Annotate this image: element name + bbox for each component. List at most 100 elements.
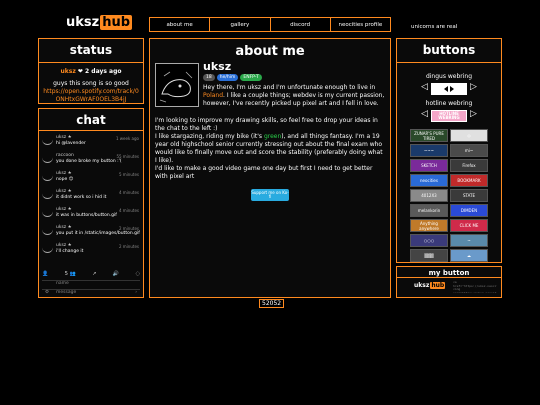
site-logo[interactable]: uksz hub [66, 15, 133, 30]
site-badge[interactable]: ○○○ [410, 234, 448, 247]
chat-text: it was in buttons/button.gif [56, 213, 117, 218]
site-badge[interactable]: ▒▒▒ [410, 249, 448, 262]
chat-author[interactable]: uksz ★ [56, 189, 72, 194]
tag-personality: ENFP-T [240, 74, 262, 81]
chat-message: uksz ★ 2 minutes i'll change it [39, 243, 143, 261]
webring2-prev-icon[interactable]: ◁ [421, 109, 428, 119]
badge-suffix: hub [430, 282, 446, 289]
chat-author[interactable]: uksz ★ [56, 171, 72, 176]
chat-text: you done broke my button :'( [56, 159, 122, 164]
webring2-button[interactable]: HOTLINE WEBRING [431, 110, 467, 122]
chat-avatar-icon [42, 156, 53, 163]
chat-message: raccoon 55 minutes you done broke my butto… [39, 153, 143, 171]
chat-author[interactable]: uksz ★ [56, 207, 72, 212]
chat-author[interactable]: uksz ★ [56, 135, 72, 140]
site-badge[interactable]: ◎ [450, 129, 488, 142]
chat-toolbar: 👤 5 👥 ↗ 🔊 ◌ [42, 271, 140, 277]
my-button-code[interactable]: <a href="https://uksz.neocities.org"><im… [453, 281, 497, 293]
chat-time: 2 minutes [118, 226, 139, 231]
chat-name-field[interactable]: name [42, 280, 140, 288]
status-meta: uksz ❤ 2 days ago [39, 68, 143, 75]
kofi-button[interactable]: Support me on Ko-fi [251, 189, 289, 201]
top-nav: about me gallery discord neocities profi… [149, 17, 391, 32]
chat-message: uksz ★ 4 minutes it didnt work so i hid it [39, 189, 143, 207]
site-badge[interactable]: Anything anywhere [410, 219, 448, 232]
chat-author[interactable]: uksz ★ [56, 243, 72, 248]
nav-gallery[interactable]: gallery [210, 18, 271, 31]
site-badge[interactable]: CLICK ME [450, 219, 488, 232]
chat-time: 2 minutes [118, 244, 139, 249]
chat-message: uksz ★ 1 week ago hi @lavender [39, 135, 143, 153]
bio-paragraph: I'm looking to improve my drawing skills… [155, 117, 378, 132]
status-body: guys this song is so good https://open.s… [39, 80, 143, 104]
chat-time: 4 minutes [118, 208, 139, 213]
status-panel: status uksz ❤ 2 days ago guys this song … [38, 38, 144, 104]
tag-pronouns: he/him [216, 74, 239, 81]
site-badge[interactable]: ~ [450, 234, 488, 247]
settings-icon[interactable]: ⚙ [45, 290, 49, 295]
bio-paragraph: I like stargazing, riding my bike (it's … [155, 133, 385, 165]
sound-icon[interactable]: 🔊 [113, 271, 119, 277]
webring2-next-icon[interactable]: ▷ [470, 109, 477, 119]
chat-author[interactable]: uksz ★ [56, 225, 72, 230]
buttons-title: buttons [397, 39, 501, 63]
site-badge[interactable]: mi~ [450, 144, 488, 157]
webring1-prev-icon[interactable]: ◁ [421, 82, 428, 92]
bio-text: I like stargazing, riding my bike (it's [155, 133, 264, 140]
badge-prefix: uksz [414, 282, 430, 289]
send-icon[interactable]: › [135, 290, 137, 295]
user-icon[interactable]: 👤 [42, 271, 48, 277]
theme-icon[interactable]: ◌ [136, 271, 140, 277]
buttons-panel: buttons dingus webring ◁ ▷ hotline webri… [396, 38, 502, 263]
chat-message: uksz ★ 4 minutes it was in buttons/button.… [39, 207, 143, 225]
site-badge[interactable]: DIMDEN [450, 204, 488, 217]
chat-time: 1 week ago [115, 136, 139, 141]
avatar-drawing [159, 71, 193, 103]
site-badge[interactable]: ZUNAR'S PURE TIRED [410, 129, 448, 142]
webring1-next-icon[interactable]: ▷ [470, 82, 477, 92]
bio-paragraph: I'd like to make a good video game one d… [155, 165, 373, 180]
profile-username: uksz [203, 60, 232, 73]
chat-avatar-icon [42, 192, 53, 199]
chat-text: nope 😊 [56, 177, 74, 182]
chat-author[interactable]: raccoon [56, 153, 74, 158]
chat-time: 55 minutes [116, 154, 139, 159]
status-title: status [39, 39, 143, 63]
chat-text: you put it in /static/images/button.gif [56, 231, 140, 236]
chat-avatar-icon [42, 246, 53, 253]
online-users-icon[interactable]: 5 👥 [65, 271, 76, 277]
profile-tags: 18 he/him ENFP-T [203, 74, 262, 81]
chat-text: hi @lavender [56, 141, 86, 146]
bio-country: Poland [203, 92, 224, 99]
site-badge[interactable]: BOOKMARK [450, 174, 488, 187]
site-badge[interactable]: ~~~ [410, 144, 448, 157]
popout-icon[interactable]: ↗ [92, 271, 96, 277]
chat-title: chat [39, 109, 143, 131]
site-badge[interactable]: ☁ [450, 249, 488, 262]
chat-messages[interactable]: uksz ★ 1 week ago hi @lavender raccoon 55 mi… [39, 131, 143, 261]
status-text: guys this song is so good [53, 80, 129, 87]
about-panel: about me uksz 18 he/him ENFP-T Hey there… [149, 38, 391, 298]
about-title: about me [235, 44, 305, 59]
bio-text: Hey there, I'm uksz and I'm unfortunate … [203, 84, 376, 91]
status-user[interactable]: uksz [60, 68, 75, 75]
site-badge[interactable]: 4012X3 [410, 189, 448, 202]
chat-time: 5 minutes [118, 172, 139, 177]
webring2-label: hotline webring [425, 100, 473, 107]
site-badge[interactable]: neocities [410, 174, 448, 187]
site-badge[interactable]: SKETCH [410, 159, 448, 172]
status-link[interactable]: https://open.spotify.com/track/0ONHtxGWr… [43, 88, 139, 104]
nav-about-me[interactable]: about me [150, 18, 211, 31]
site-badge[interactable]: Firefox [450, 159, 488, 172]
my-button-badge[interactable]: uksz hub [414, 282, 446, 289]
chat-text: i'll change it [56, 249, 84, 254]
nav-neocities-profile[interactable]: neocities profile [331, 18, 390, 31]
chat-avatar-icon [42, 210, 53, 217]
chat-message-field[interactable]: ⚙ message › [42, 289, 140, 297]
chat-avatar-icon [42, 138, 53, 145]
webring1-button[interactable] [431, 83, 467, 95]
site-badge[interactable]: melankorin [410, 204, 448, 217]
avatar [155, 63, 199, 107]
nav-discord[interactable]: discord [271, 18, 331, 31]
site-badge[interactable]: STATE [450, 189, 488, 202]
